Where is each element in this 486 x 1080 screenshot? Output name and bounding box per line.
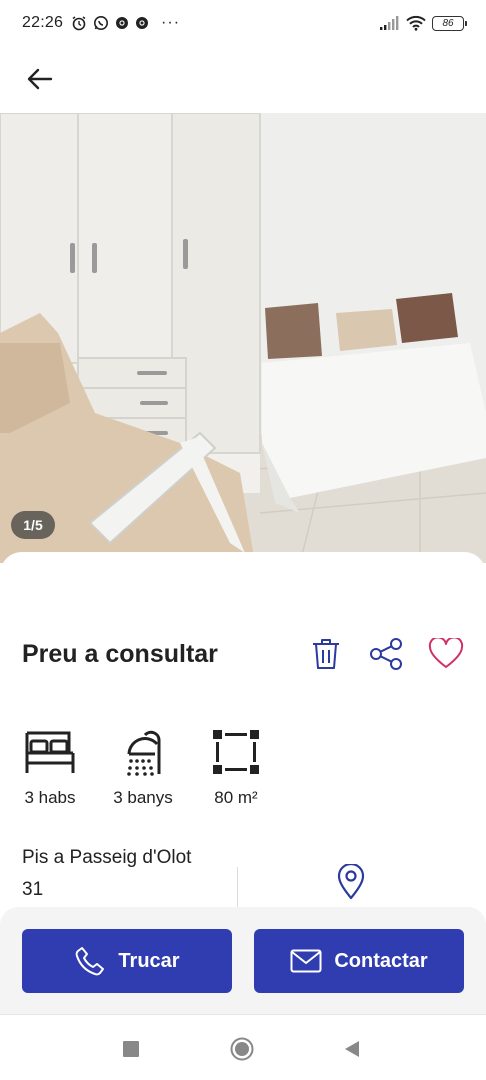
contact-button-label: Contactar [334,949,428,972]
arrow-left-icon [27,68,53,90]
status-right: 86 [380,15,467,31]
price-row: Preu a consultar [22,632,464,676]
shower-icon [121,724,165,780]
delete-button[interactable] [308,636,344,672]
battery-level: 86 [442,17,454,29]
favorite-button[interactable] [428,636,464,672]
feature-bathrooms: 3 banys [110,724,176,808]
photo-counter: 1/5 [11,511,55,539]
room-photo-image [0,113,486,563]
back-nav-button[interactable] [340,1037,364,1061]
share-icon [370,638,402,670]
alarm-icon [72,16,86,31]
chrome-icon [116,17,129,29]
contact-button[interactable]: Contactar [254,929,464,993]
status-time: 22:26 [22,14,64,31]
bottom-action-bar: Trucar Contactar [0,907,486,1014]
battery-icon: 86 [432,15,467,31]
bedrooms-label: 3 habs [24,788,76,807]
envelope-icon [290,949,322,973]
area-label: 80 m² [214,788,258,807]
notification-icons [71,15,149,31]
chrome-icon [136,17,149,29]
address-line-1: Pis a Passeig d'Olot [22,847,192,868]
triangle-back-icon [345,1041,359,1057]
map-pin-icon [337,862,365,900]
signal-icon [380,16,399,30]
call-button-label: Trucar [118,949,180,972]
square-icon [123,1041,139,1057]
call-button[interactable]: Trucar [22,929,232,993]
map-button[interactable] [336,862,366,900]
heart-icon [428,638,464,668]
recents-button[interactable] [119,1037,143,1061]
more-notifications: ··· [161,14,181,31]
address-line-2: 31 [22,879,44,900]
features-row: 3 habs 3 banys 80 m² [22,724,264,808]
screen: 22:26 ··· 86 1/5 Preu a consultar 3 habs… [0,0,486,1080]
status-bar: 22:26 ··· 86 [0,0,486,46]
circle-icon [230,1037,254,1061]
feature-bedrooms: 3 habs [22,724,78,808]
bathrooms-label: 3 banys [113,788,173,807]
home-button[interactable] [230,1037,254,1061]
trash-icon [313,639,339,669]
system-nav-bar [0,1014,486,1080]
status-left: 22:26 ··· [22,14,180,32]
wifi-icon [406,15,426,31]
area-icon [211,724,261,780]
bed-icon [23,724,77,780]
address-divider [237,867,238,912]
phone-icon [76,947,105,976]
app-header [0,46,486,112]
back-button[interactable] [22,61,58,97]
price-label: Preu a consultar [22,639,218,668]
listing-photo[interactable]: 1/5 [0,113,486,563]
listing-address: Pis a Passeig d'Olot 31 [22,842,232,906]
listing-actions [308,636,464,672]
whatsapp-icon [94,16,109,30]
feature-area: 80 m² [208,724,264,808]
share-button[interactable] [368,636,404,672]
